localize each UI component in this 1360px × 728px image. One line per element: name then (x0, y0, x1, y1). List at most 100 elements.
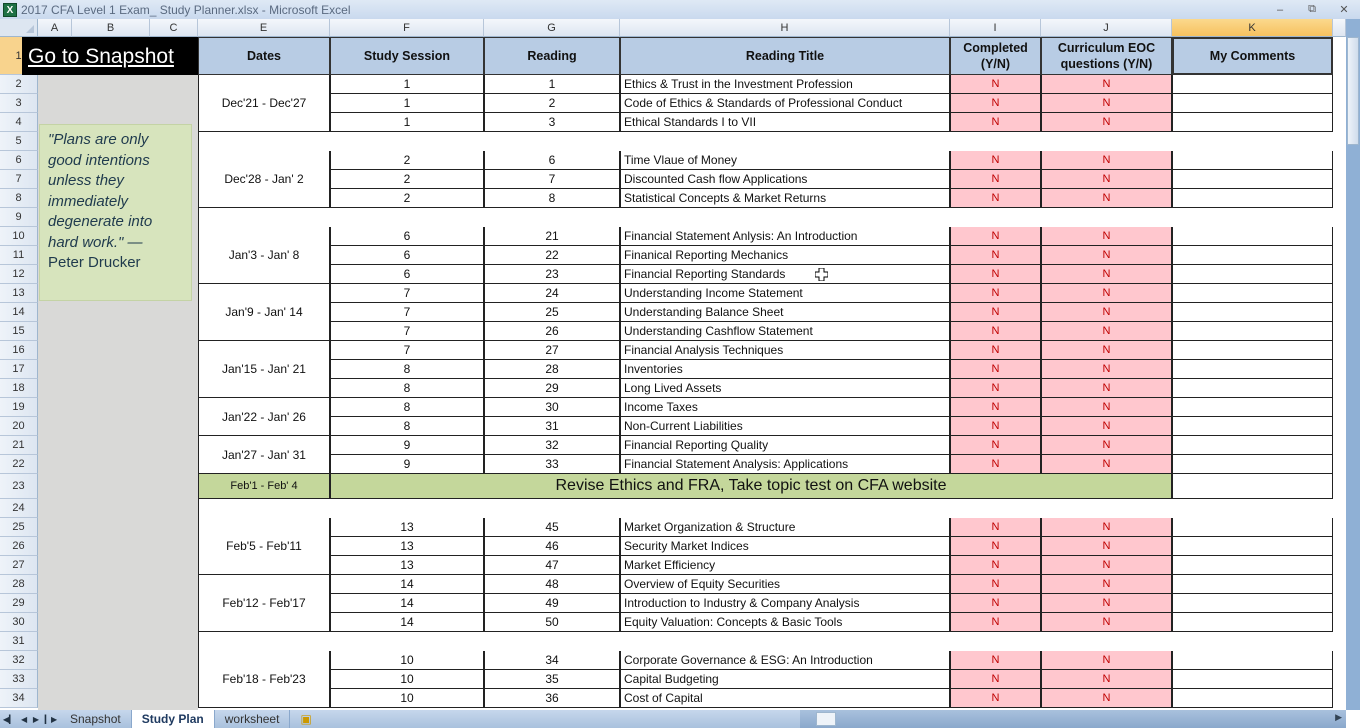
reading-cell[interactable]: 33 (484, 455, 620, 474)
eoc-cell[interactable]: N (1041, 113, 1172, 132)
study-session-cell[interactable]: 8 (330, 379, 484, 398)
reading-title-cell[interactable]: Market Efficiency (620, 556, 950, 575)
row-header-17[interactable]: 17 (0, 360, 38, 379)
eoc-cell[interactable]: N (1041, 689, 1172, 708)
reading-cell[interactable]: 7 (484, 170, 620, 189)
reading-title-cell[interactable]: Finanical Reporting Mechanics (620, 246, 950, 265)
eoc-cell[interactable]: N (1041, 170, 1172, 189)
column-header-g[interactable]: G (484, 19, 620, 37)
sheet-tab-snapshot[interactable]: Snapshot (60, 710, 132, 728)
prev-sheet-icon[interactable]: ◀ (21, 715, 27, 724)
completed-cell[interactable]: N (950, 613, 1041, 632)
study-session-cell[interactable]: 7 (330, 284, 484, 303)
completed-cell[interactable]: N (950, 322, 1041, 341)
reading-cell[interactable]: 49 (484, 594, 620, 613)
reading-cell[interactable]: 36 (484, 689, 620, 708)
reading-title-cell[interactable]: Security Market Indices (620, 537, 950, 556)
completed-cell[interactable]: N (950, 455, 1041, 474)
comments-cell[interactable] (1172, 341, 1333, 360)
close-button[interactable]: ✕ (1328, 3, 1360, 16)
row-header-32[interactable]: 32 (0, 651, 38, 670)
completed-cell[interactable]: N (950, 670, 1041, 689)
comments-cell[interactable] (1172, 94, 1333, 113)
eoc-cell[interactable]: N (1041, 436, 1172, 455)
row-header-24[interactable]: 24 (0, 499, 38, 518)
study-session-cell[interactable]: 7 (330, 322, 484, 341)
reading-title-cell[interactable]: Equity Valuation: Concepts & Basic Tools (620, 613, 950, 632)
reading-cell[interactable]: 22 (484, 246, 620, 265)
reading-cell[interactable]: 3 (484, 113, 620, 132)
reading-cell[interactable]: 30 (484, 398, 620, 417)
reading-cell[interactable]: 50 (484, 613, 620, 632)
reading-cell[interactable]: 26 (484, 322, 620, 341)
row-header-29[interactable]: 29 (0, 594, 38, 613)
completed-cell[interactable]: N (950, 537, 1041, 556)
row-header-19[interactable]: 19 (0, 398, 38, 417)
row-header-13[interactable]: 13 (0, 284, 38, 303)
horizontal-scrollbar[interactable]: ▶ (800, 710, 1346, 728)
row-header-3[interactable]: 3 (0, 94, 38, 113)
study-session-cell[interactable]: 14 (330, 575, 484, 594)
study-session-cell[interactable]: 10 (330, 651, 484, 670)
column-header-f[interactable]: F (330, 19, 484, 37)
date-range-cell[interactable]: Feb'18 - Feb'23 (198, 651, 330, 708)
reading-cell[interactable]: 8 (484, 189, 620, 208)
row-header-11[interactable]: 11 (0, 246, 38, 265)
study-session-cell[interactable]: 1 (330, 75, 484, 94)
comments-cell[interactable] (1172, 322, 1333, 341)
comments-cell[interactable] (1172, 613, 1333, 632)
eoc-cell[interactable]: N (1041, 670, 1172, 689)
eoc-cell[interactable]: N (1041, 284, 1172, 303)
completed-cell[interactable]: N (950, 284, 1041, 303)
row-header-26[interactable]: 26 (0, 537, 38, 556)
row-header-8[interactable]: 8 (0, 189, 38, 208)
row-header-22[interactable]: 22 (0, 455, 38, 474)
horizontal-scroll-thumb[interactable] (816, 712, 836, 726)
reading-title-cell[interactable]: Market Organization & Structure (620, 518, 950, 537)
eoc-cell[interactable]: N (1041, 594, 1172, 613)
scroll-right-icon[interactable]: ▶ (1335, 712, 1342, 723)
study-session-cell[interactable]: 9 (330, 436, 484, 455)
comments-cell[interactable] (1172, 113, 1333, 132)
restore-button[interactable]: ⧉ (1296, 3, 1328, 16)
row-header-9[interactable]: 9 (0, 208, 38, 227)
eoc-cell[interactable]: N (1041, 360, 1172, 379)
comments-cell[interactable] (1172, 436, 1333, 455)
comments-cell[interactable] (1172, 670, 1333, 689)
column-header-h[interactable]: H (620, 19, 950, 37)
reading-title-cell[interactable]: Financial Statement Anlysis: An Introduc… (620, 227, 950, 246)
eoc-cell[interactable]: N (1041, 303, 1172, 322)
reading-cell[interactable]: 34 (484, 651, 620, 670)
study-session-cell[interactable]: 10 (330, 670, 484, 689)
completed-cell[interactable]: N (950, 556, 1041, 575)
eoc-cell[interactable]: N (1041, 189, 1172, 208)
completed-cell[interactable]: N (950, 75, 1041, 94)
completed-cell[interactable]: N (950, 689, 1041, 708)
reading-title-cell[interactable]: Understanding Balance Sheet (620, 303, 950, 322)
reading-cell[interactable]: 32 (484, 436, 620, 455)
row-header-31[interactable]: 31 (0, 632, 38, 651)
completed-cell[interactable]: N (950, 594, 1041, 613)
row-header-27[interactable]: 27 (0, 556, 38, 575)
sheet-nav-buttons[interactable]: ◀▎ ◀ ▶ ▎▶ (0, 715, 60, 724)
reading-title-cell[interactable]: Code of Ethics & Standards of Profession… (620, 94, 950, 113)
comments-cell[interactable] (1172, 151, 1333, 170)
completed-cell[interactable]: N (950, 189, 1041, 208)
reading-cell[interactable]: 47 (484, 556, 620, 575)
study-session-cell[interactable]: 6 (330, 227, 484, 246)
reading-title-cell[interactable]: Ethical Standards I to VII (620, 113, 950, 132)
reading-cell[interactable]: 46 (484, 537, 620, 556)
reading-cell[interactable]: 25 (484, 303, 620, 322)
study-session-cell[interactable]: 6 (330, 265, 484, 284)
reading-title-cell[interactable]: Ethics & Trust in the Investment Profess… (620, 75, 950, 94)
completed-cell[interactable]: N (950, 341, 1041, 360)
date-range-cell[interactable]: Jan'9 - Jan' 14 (198, 284, 330, 341)
reading-cell[interactable]: 45 (484, 518, 620, 537)
reading-title-cell[interactable]: Introduction to Industry & Company Analy… (620, 594, 950, 613)
reading-title-cell[interactable]: Long Lived Assets (620, 379, 950, 398)
row-header-4[interactable]: 4 (0, 113, 38, 132)
row-header-18[interactable]: 18 (0, 379, 38, 398)
eoc-cell[interactable]: N (1041, 556, 1172, 575)
column-header-b[interactable]: B (72, 19, 150, 37)
date-range-cell[interactable]: Jan'15 - Jan' 21 (198, 341, 330, 398)
